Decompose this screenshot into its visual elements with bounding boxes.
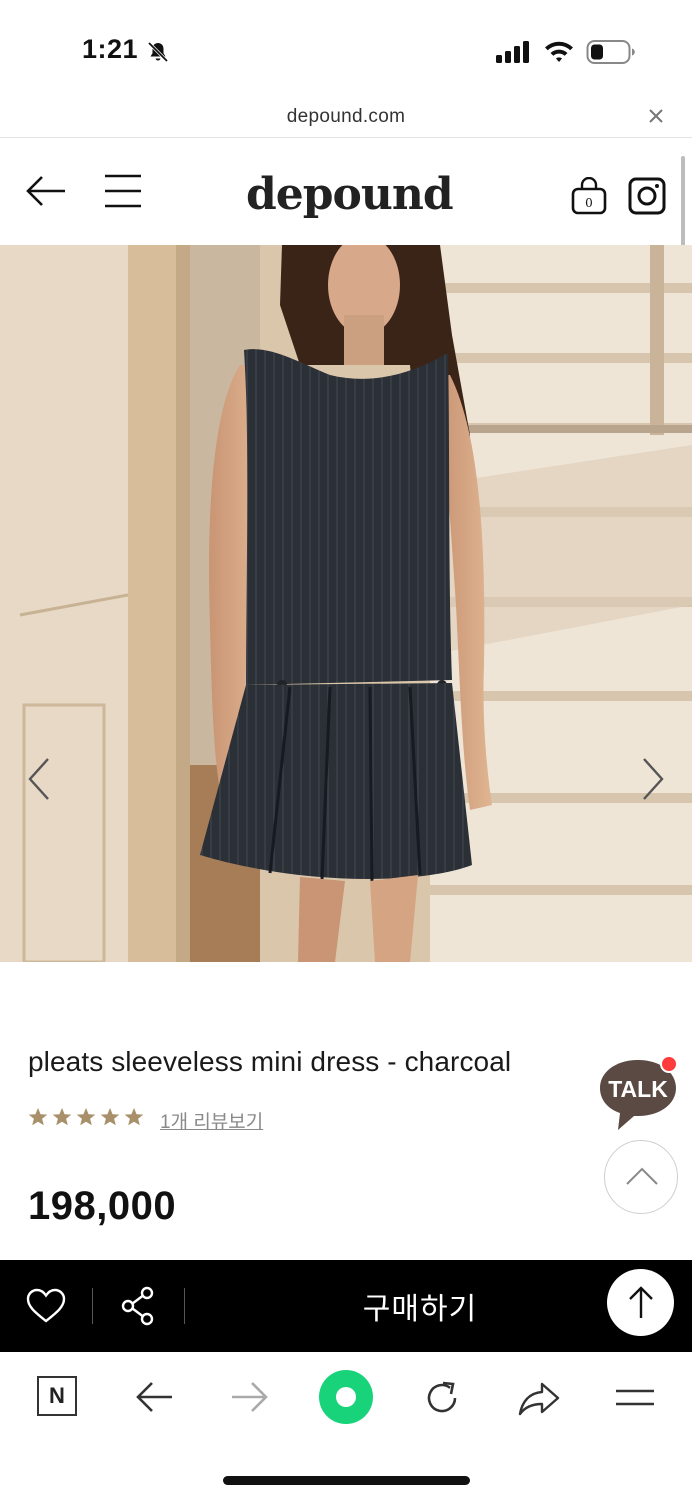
- bell-off-icon: [147, 41, 169, 63]
- reload-icon[interactable]: [422, 1378, 462, 1418]
- close-icon[interactable]: [648, 108, 664, 124]
- url-text[interactable]: depound.com: [0, 106, 692, 128]
- rating-stars: [28, 1108, 144, 1126]
- cellular-signal-icon: [496, 41, 529, 63]
- arrow-up-icon: [629, 1286, 653, 1318]
- naver-home-icon[interactable]: N: [37, 1376, 77, 1416]
- green-dot-icon[interactable]: [319, 1370, 373, 1424]
- arrow-right-icon[interactable]: [230, 1380, 270, 1414]
- status-time: 1:21: [82, 34, 139, 64]
- menu-icon[interactable]: [614, 1382, 656, 1414]
- scroll-top-button[interactable]: [604, 1140, 678, 1214]
- chevron-up-icon: [626, 1167, 658, 1185]
- battery-icon: [586, 40, 635, 64]
- share-icon[interactable]: [120, 1286, 156, 1326]
- site-logo[interactable]: depound: [246, 169, 454, 220]
- site-header: depound 0: [0, 139, 692, 245]
- heart-icon[interactable]: [26, 1288, 66, 1324]
- buy-bar: 구매하기: [0, 1260, 692, 1352]
- green-dot-center: [336, 1387, 356, 1407]
- kakao-talk-button[interactable]: TALK: [598, 1054, 682, 1134]
- url-bar[interactable]: depound.com: [0, 100, 692, 138]
- wifi-icon: [545, 41, 573, 62]
- cart-count: 0: [585, 196, 593, 210]
- instagram-icon[interactable]: [628, 177, 666, 215]
- arrow-left-icon[interactable]: [24, 173, 68, 209]
- shopping-bag-icon[interactable]: 0: [570, 177, 608, 215]
- buy-now-button[interactable]: 구매하기: [330, 1284, 510, 1328]
- product-photo: [0, 245, 692, 962]
- home-indicator[interactable]: [223, 1476, 470, 1485]
- review-link[interactable]: 1개 리뷰보기: [160, 1107, 263, 1134]
- product-name: pleats sleeveless mini dress - charcoal: [28, 1046, 512, 1077]
- divider: [184, 1288, 185, 1324]
- status-bar: 1:21: [0, 0, 692, 100]
- share-arrow-icon[interactable]: [518, 1378, 560, 1418]
- arrow-left-icon[interactable]: [134, 1380, 174, 1414]
- product-price: 198,000: [28, 1184, 177, 1228]
- divider: [92, 1288, 93, 1324]
- browser-toolbar: N: [0, 1352, 692, 1500]
- chevron-left-icon[interactable]: [22, 755, 56, 803]
- product-image[interactable]: [0, 245, 692, 962]
- talk-label: TALK: [608, 1076, 668, 1102]
- chevron-right-icon[interactable]: [636, 755, 670, 803]
- back-to-top-button[interactable]: [607, 1269, 674, 1336]
- hamburger-menu-icon[interactable]: [104, 173, 142, 209]
